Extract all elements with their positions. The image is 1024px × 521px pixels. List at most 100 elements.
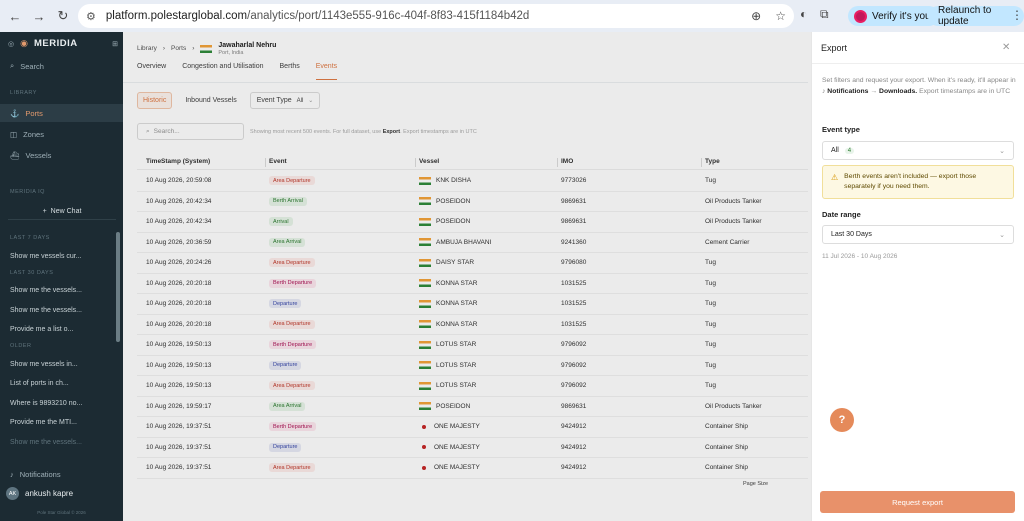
table-row[interactable]: 10 Aug 2026, 20:20:18 Berth Departure KONN…: [137, 274, 808, 294]
table-row[interactable]: 10 Aug 2026, 19:59:17 Area Arrival POSEIDO…: [137, 397, 808, 417]
puzzle-icon[interactable]: ⧉: [820, 7, 829, 22]
extension-icon[interactable]: ◐: [800, 7, 807, 21]
tab-overview[interactable]: Overview: [137, 63, 166, 80]
type-cell: Cement Carrier: [705, 238, 750, 246]
vessel-cell[interactable]: LOTUS STAR: [419, 361, 561, 370]
verify-button[interactable]: Verify it's you: [848, 6, 939, 26]
help-button[interactable]: ?: [830, 408, 854, 432]
relaunch-button[interactable]: Relaunch to update: [928, 5, 1024, 27]
table-row[interactable]: 10 Aug 2026, 20:24:26 Area Departure DAISY…: [137, 253, 808, 274]
request-export-button[interactable]: Request export: [820, 491, 1015, 513]
collapse-icon[interactable]: ⊞: [112, 40, 118, 48]
tab-berths[interactable]: Berths: [280, 63, 300, 80]
vessel-name: ONE MAJESTY: [434, 443, 480, 451]
sidebar: ◎ ◉ MERIDIA ⊞ ⌕ Search LIBRARY ⚓ Ports ◫ Zon…: [0, 32, 123, 521]
vessel-name: ONE MAJESTY: [434, 464, 480, 472]
sidebar-search[interactable]: ⌕ Search: [0, 57, 123, 75]
vessel-name: POSEIDON: [436, 402, 471, 410]
chat-history-item[interactable]: Provide me the MTI...: [8, 415, 116, 431]
table-row[interactable]: 10 Aug 2026, 19:37:51 Area Departure ONE M…: [137, 458, 808, 479]
vessel-cell[interactable]: POSEIDON: [419, 197, 561, 206]
chat-history-item[interactable]: Provide me a list o...: [8, 322, 116, 338]
tab-historic[interactable]: Historic: [137, 92, 173, 109]
event-cell: Area Departure: [269, 381, 419, 391]
type-cell: Container Ship: [705, 464, 748, 472]
india-flag-icon: [419, 176, 431, 185]
vessel-cell[interactable]: AMBUJA BHAVANI: [419, 238, 561, 247]
sidebar-item-ports[interactable]: ⚓ Ports: [0, 104, 123, 122]
india-flag-icon: [419, 402, 431, 411]
site-info-icon[interactable]: ⚙: [86, 10, 96, 23]
table-row[interactable]: 10 Aug 2026, 19:37:51 Departure ONE MAJEST…: [137, 438, 808, 458]
event-pill: Area Departure: [269, 258, 315, 268]
vessel-cell[interactable]: KNK DISHA: [419, 176, 561, 185]
vessel-cell[interactable]: ONE MAJESTY: [419, 444, 561, 451]
vessel-cell[interactable]: POSEIDON: [419, 402, 561, 411]
search-input[interactable]: ⌕ Search...: [137, 123, 244, 140]
breadcrumb-library[interactable]: Library: [137, 45, 157, 52]
imo-cell: 9424912: [561, 443, 587, 451]
vessel-cell[interactable]: KONNA STAR: [419, 320, 561, 329]
user-menu[interactable]: AK ankush kapre: [6, 487, 73, 500]
chat-history-item[interactable]: List of ports in ch...: [8, 376, 116, 392]
close-icon[interactable]: ✕: [1002, 42, 1010, 53]
vessel-cell[interactable]: ONE MAJESTY: [419, 423, 561, 430]
vessel-name: KONNA STAR: [436, 300, 478, 308]
event-cell: Area Departure: [269, 258, 419, 268]
bookmark-star-icon[interactable]: ☆: [775, 9, 786, 23]
export-panel: Export ✕ Set filters and request your ex…: [811, 32, 1024, 521]
event-type-filter[interactable]: Event Type All ⌄: [249, 92, 321, 109]
notifications-item[interactable]: ♪ Notifications: [0, 465, 123, 483]
chat-history-item[interactable]: Show me the vessels...: [8, 434, 116, 450]
vessel-name: KNK DISHA: [436, 177, 472, 185]
chat-history-item[interactable]: Show me vessels cur...: [8, 248, 116, 264]
vessel-cell[interactable]: LOTUS STAR: [419, 340, 561, 349]
timestamp-cell: 10 Aug 2026, 20:20:18: [146, 320, 212, 328]
table-row[interactable]: 10 Aug 2026, 20:36:59 Area Arrival AMBUJA …: [137, 233, 808, 253]
sidebar-scrollbar[interactable]: [116, 232, 120, 342]
chat-history-item[interactable]: Show me the vessels...: [8, 302, 116, 318]
chat-history-item[interactable]: Show me vessels in...: [8, 356, 116, 372]
flag-dot-icon: [422, 445, 426, 450]
page-size-label[interactable]: Page Size: [743, 481, 768, 487]
vessel-cell[interactable]: KONNA STAR: [419, 279, 561, 288]
table-row[interactable]: 10 Aug 2026, 19:50:13 Berth Departure LOTU…: [137, 335, 808, 356]
table-row[interactable]: 10 Aug 2026, 20:20:18 Departure KONNA STAR…: [137, 294, 808, 315]
vessel-cell[interactable]: ONE MAJESTY: [419, 464, 561, 471]
sidebar-toggle-icon[interactable]: ◎: [8, 40, 14, 48]
table-row[interactable]: 10 Aug 2026, 19:50:13 Departure LOTUS STAR…: [137, 356, 808, 376]
column-header: Type: [701, 158, 808, 167]
breadcrumb-ports[interactable]: Ports: [171, 45, 186, 52]
india-flag-icon: [419, 299, 431, 308]
table-row[interactable]: 10 Aug 2026, 20:59:08 Area Departure KNK D…: [137, 171, 808, 192]
sidebar-item-vessels[interactable]: ⛴ Vessels: [0, 146, 123, 164]
vessel-cell[interactable]: POSEIDON: [419, 217, 561, 226]
chat-history-item[interactable]: Where is 9893210 no...: [8, 395, 116, 411]
url-path: /analytics/port/1143e555-916c-404f-8f83-…: [247, 10, 530, 22]
address-bar[interactable]: ⚙ platform.polestarglobal.com/analytics/…: [78, 4, 794, 28]
vessel-cell[interactable]: LOTUS STAR: [419, 381, 561, 390]
zoom-icon[interactable]: ⊕: [751, 9, 761, 23]
berth-warning: ⚠ Berth events aren't included — export t…: [822, 165, 1014, 199]
sidebar-item-zones[interactable]: ◫ Zones: [0, 125, 123, 143]
url-text[interactable]: platform.polestarglobal.com/analytics/po…: [106, 10, 529, 22]
vessel-cell[interactable]: DAISY STAR: [419, 258, 561, 267]
reload-icon[interactable]: ↻: [54, 7, 72, 25]
tab-congestion-and-utilisation[interactable]: Congestion and Utilisation: [182, 63, 263, 80]
event-type-select[interactable]: All 4 ⌄: [822, 141, 1014, 160]
chat-history-item[interactable]: Show me the vessels...: [8, 283, 116, 299]
forward-icon[interactable]: →: [30, 7, 48, 25]
back-icon[interactable]: ←: [6, 7, 24, 25]
table-row[interactable]: 10 Aug 2026, 20:42:34 Arrival POSEIDON 9869…: [137, 212, 808, 233]
table-row[interactable]: 10 Aug 2026, 20:42:34 Berth Arrival POSEID…: [137, 192, 808, 212]
new-chat-button[interactable]: + New Chat: [8, 204, 116, 220]
tab-inbound-vessels[interactable]: Inbound Vessels: [180, 93, 241, 108]
table-row[interactable]: 10 Aug 2026, 19:50:13 Area Departure LOTUS…: [137, 376, 808, 397]
table-row[interactable]: 10 Aug 2026, 19:37:51 Berth Departure ONE …: [137, 417, 808, 438]
browser-menu-icon[interactable]: ⋮: [1011, 8, 1023, 22]
vessel-cell[interactable]: KONNA STAR: [419, 299, 561, 308]
date-range-select[interactable]: Last 30 Days ⌄: [822, 225, 1014, 244]
table-row[interactable]: 10 Aug 2026, 20:20:18 Area Departure KONNA…: [137, 315, 808, 335]
imo-cell: 1031525: [561, 300, 587, 308]
tab-events[interactable]: Events: [315, 63, 338, 80]
